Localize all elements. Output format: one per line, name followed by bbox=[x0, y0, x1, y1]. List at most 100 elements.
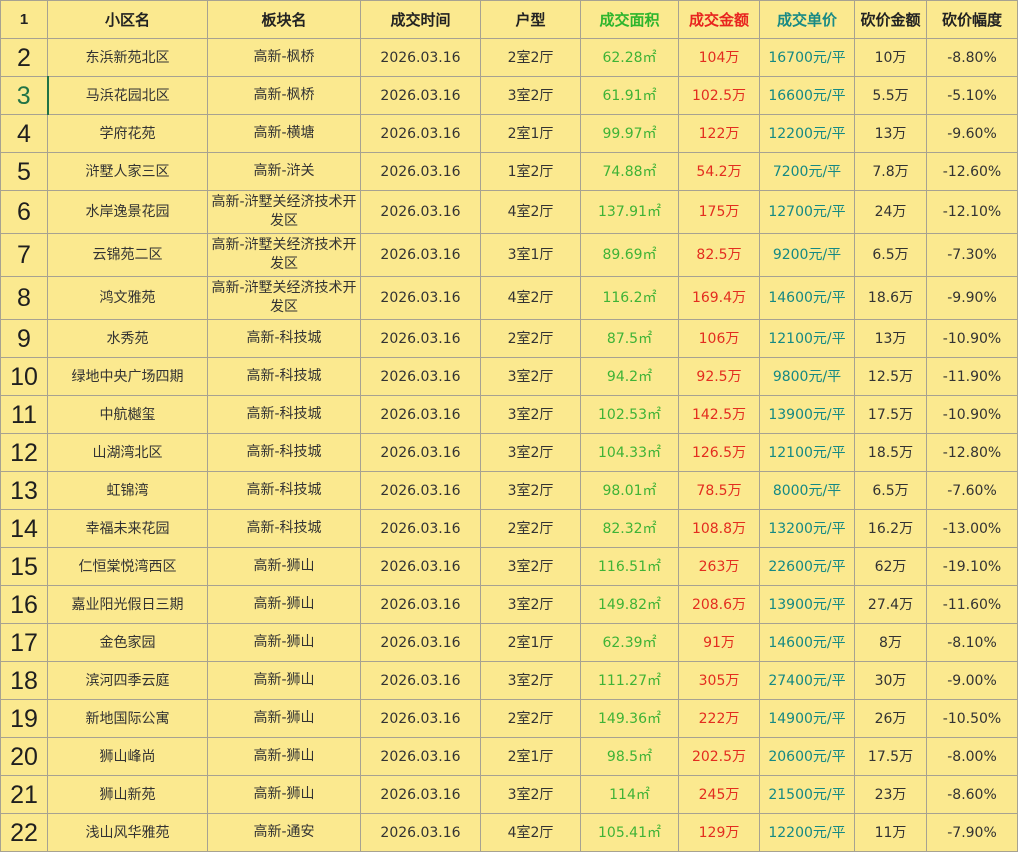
row-number[interactable]: 11 bbox=[0, 395, 48, 434]
col-header-area[interactable]: 成交面积 bbox=[580, 0, 679, 39]
row-number[interactable]: 20 bbox=[0, 737, 48, 776]
cell-layout[interactable]: 2室2厅 bbox=[480, 38, 581, 77]
cell-plate[interactable]: 高新-狮山 bbox=[207, 775, 361, 814]
cell-community[interactable]: 滨河四季云庭 bbox=[47, 661, 208, 700]
col-header-community[interactable]: 小区名 bbox=[47, 0, 208, 39]
cell-amount[interactable]: 54.2万 bbox=[678, 152, 760, 191]
cell-area[interactable]: 104.33㎡ bbox=[580, 433, 679, 472]
cell-plate[interactable]: 高新-科技城 bbox=[207, 471, 361, 510]
cell-plate[interactable]: 高新-横塘 bbox=[207, 114, 361, 153]
cell-area[interactable]: 99.97㎡ bbox=[580, 114, 679, 153]
cell-amount[interactable]: 91万 bbox=[678, 623, 760, 662]
cell-cut-percent[interactable]: -10.50% bbox=[926, 699, 1018, 738]
row-number[interactable]: 8 bbox=[0, 276, 48, 320]
cell-layout[interactable]: 3室1厅 bbox=[480, 233, 581, 277]
cell-cut-percent[interactable]: -9.60% bbox=[926, 114, 1018, 153]
cell-community[interactable]: 浅山风华雅苑 bbox=[47, 813, 208, 852]
cell-date[interactable]: 2026.03.16 bbox=[360, 190, 481, 234]
row-number[interactable]: 4 bbox=[0, 114, 48, 153]
cell-cut-percent[interactable]: -10.90% bbox=[926, 319, 1018, 358]
cell-layout[interactable]: 3室2厅 bbox=[480, 433, 581, 472]
cell-community[interactable]: 水岸逸景花园 bbox=[47, 190, 208, 234]
cell-area[interactable]: 61.91㎡ bbox=[580, 76, 679, 115]
cell-date[interactable]: 2026.03.16 bbox=[360, 76, 481, 115]
cell-plate[interactable]: 高新-浒墅关经济技术开发区 bbox=[207, 233, 361, 277]
cell-cut-percent[interactable]: -12.60% bbox=[926, 152, 1018, 191]
cell-community[interactable]: 云锦苑二区 bbox=[47, 233, 208, 277]
cell-area[interactable]: 149.82㎡ bbox=[580, 585, 679, 624]
cell-amount[interactable]: 169.4万 bbox=[678, 276, 760, 320]
cell-community[interactable]: 山湖湾北区 bbox=[47, 433, 208, 472]
cell-cut-percent[interactable]: -11.60% bbox=[926, 585, 1018, 624]
cell-unit-price[interactable]: 14900元/平 bbox=[759, 699, 855, 738]
cell-cut-percent[interactable]: -8.00% bbox=[926, 737, 1018, 776]
cell-cut-amount[interactable]: 17.5万 bbox=[854, 395, 927, 434]
cell-cut-percent[interactable]: -7.60% bbox=[926, 471, 1018, 510]
cell-cut-amount[interactable]: 27.4万 bbox=[854, 585, 927, 624]
row-number[interactable]: 1 bbox=[0, 0, 48, 39]
row-number[interactable]: 10 bbox=[0, 357, 48, 396]
cell-amount[interactable]: 245万 bbox=[678, 775, 760, 814]
cell-date[interactable]: 2026.03.16 bbox=[360, 699, 481, 738]
cell-cut-amount[interactable]: 18.6万 bbox=[854, 276, 927, 320]
row-number[interactable]: 12 bbox=[0, 433, 48, 472]
cell-plate[interactable]: 高新-狮山 bbox=[207, 661, 361, 700]
row-number[interactable]: 9 bbox=[0, 319, 48, 358]
cell-cut-amount[interactable]: 26万 bbox=[854, 699, 927, 738]
cell-plate[interactable]: 高新-狮山 bbox=[207, 585, 361, 624]
cell-community[interactable]: 鸿文雅苑 bbox=[47, 276, 208, 320]
cell-plate[interactable]: 高新-科技城 bbox=[207, 357, 361, 396]
row-number[interactable]: 18 bbox=[0, 661, 48, 700]
row-number[interactable]: 17 bbox=[0, 623, 48, 662]
cell-cut-amount[interactable]: 13万 bbox=[854, 114, 927, 153]
cell-community[interactable]: 仁恒棠悦湾西区 bbox=[47, 547, 208, 586]
cell-cut-amount[interactable]: 5.5万 bbox=[854, 76, 927, 115]
cell-cut-percent[interactable]: -8.60% bbox=[926, 775, 1018, 814]
cell-cut-amount[interactable]: 11万 bbox=[854, 813, 927, 852]
cell-area[interactable]: 87.5㎡ bbox=[580, 319, 679, 358]
cell-unit-price[interactable]: 8000元/平 bbox=[759, 471, 855, 510]
cell-plate[interactable]: 高新-浒墅关经济技术开发区 bbox=[207, 190, 361, 234]
cell-area[interactable]: 116.51㎡ bbox=[580, 547, 679, 586]
cell-cut-amount[interactable]: 13万 bbox=[854, 319, 927, 358]
col-header-date[interactable]: 成交时间 bbox=[360, 0, 481, 39]
cell-cut-amount[interactable]: 16.2万 bbox=[854, 509, 927, 548]
cell-amount[interactable]: 104万 bbox=[678, 38, 760, 77]
cell-cut-percent[interactable]: -9.00% bbox=[926, 661, 1018, 700]
cell-layout[interactable]: 4室2厅 bbox=[480, 190, 581, 234]
cell-community[interactable]: 浒墅人家三区 bbox=[47, 152, 208, 191]
cell-community[interactable]: 嘉业阳光假日三期 bbox=[47, 585, 208, 624]
row-number[interactable]: 3 bbox=[0, 76, 49, 115]
cell-cut-percent[interactable]: -7.30% bbox=[926, 233, 1018, 277]
cell-unit-price[interactable]: 14600元/平 bbox=[759, 276, 855, 320]
cell-unit-price[interactable]: 12100元/平 bbox=[759, 319, 855, 358]
cell-layout[interactable]: 3室2厅 bbox=[480, 76, 581, 115]
cell-layout[interactable]: 3室2厅 bbox=[480, 471, 581, 510]
cell-layout[interactable]: 2室1厅 bbox=[480, 623, 581, 662]
row-number[interactable]: 6 bbox=[0, 190, 48, 234]
cell-area[interactable]: 98.01㎡ bbox=[580, 471, 679, 510]
cell-unit-price[interactable]: 13900元/平 bbox=[759, 395, 855, 434]
cell-layout[interactable]: 4室2厅 bbox=[480, 276, 581, 320]
cell-community[interactable]: 幸福未来花园 bbox=[47, 509, 208, 548]
cell-area[interactable]: 62.28㎡ bbox=[580, 38, 679, 77]
cell-layout[interactable]: 2室1厅 bbox=[480, 737, 581, 776]
cell-cut-amount[interactable]: 62万 bbox=[854, 547, 927, 586]
cell-layout[interactable]: 2室2厅 bbox=[480, 319, 581, 358]
row-number[interactable]: 7 bbox=[0, 233, 48, 277]
cell-unit-price[interactable]: 21500元/平 bbox=[759, 775, 855, 814]
cell-cut-amount[interactable]: 6.5万 bbox=[854, 471, 927, 510]
cell-community[interactable]: 学府花苑 bbox=[47, 114, 208, 153]
cell-unit-price[interactable]: 22600元/平 bbox=[759, 547, 855, 586]
cell-date[interactable]: 2026.03.16 bbox=[360, 357, 481, 396]
row-number[interactable]: 14 bbox=[0, 509, 48, 548]
cell-layout[interactable]: 3室2厅 bbox=[480, 661, 581, 700]
cell-amount[interactable]: 142.5万 bbox=[678, 395, 760, 434]
cell-date[interactable]: 2026.03.16 bbox=[360, 737, 481, 776]
cell-date[interactable]: 2026.03.16 bbox=[360, 813, 481, 852]
cell-unit-price[interactable]: 9800元/平 bbox=[759, 357, 855, 396]
cell-area[interactable]: 111.27㎡ bbox=[580, 661, 679, 700]
cell-cut-amount[interactable]: 6.5万 bbox=[854, 233, 927, 277]
cell-date[interactable]: 2026.03.16 bbox=[360, 509, 481, 548]
cell-cut-amount[interactable]: 8万 bbox=[854, 623, 927, 662]
